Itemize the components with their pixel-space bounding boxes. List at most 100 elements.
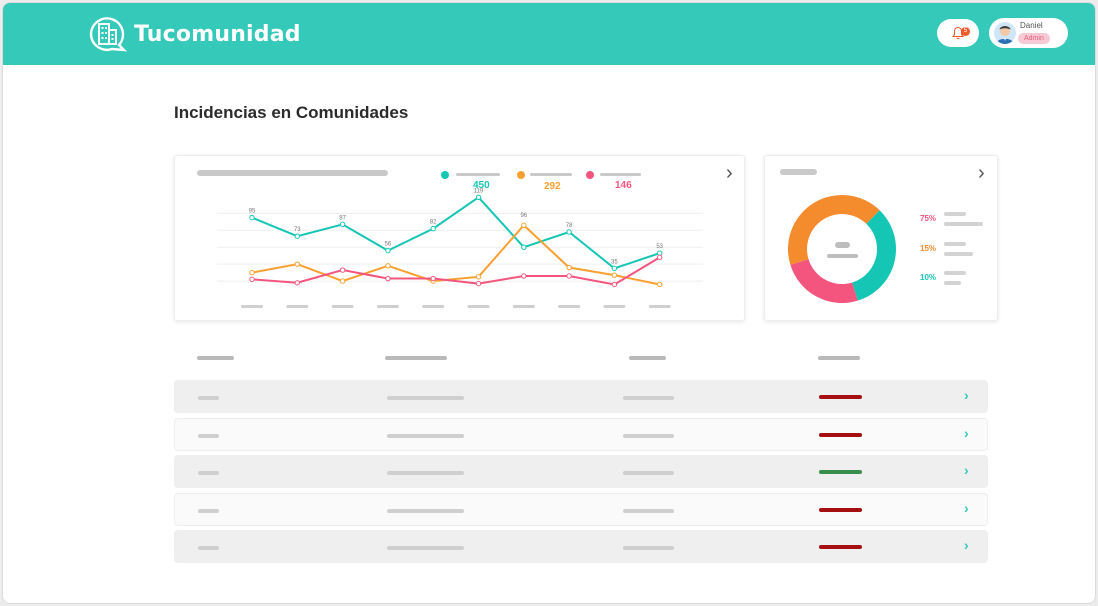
card-title-placeholder: [780, 169, 817, 175]
data-label: 78: [566, 223, 573, 229]
data-point: [294, 261, 301, 267]
table-row[interactable]: ›: [174, 455, 988, 488]
data-point: [385, 263, 391, 269]
data-label: 96: [520, 213, 527, 219]
building-chat-icon: [89, 17, 128, 52]
data-point: [611, 265, 618, 272]
app-name: Tucomunidad: [134, 21, 301, 47]
x-tick-placeholder: [376, 305, 399, 308]
cell-placeholder: [387, 434, 464, 438]
data-point: [566, 264, 572, 271]
legend-dot-orange: [517, 171, 525, 179]
table-row[interactable]: ›: [174, 380, 988, 413]
legend-label-placeholder: [530, 173, 572, 176]
data-label: 35: [611, 259, 618, 265]
status-indicator: [819, 395, 862, 399]
cell-placeholder: [198, 546, 219, 550]
donut-legend-pct: 15%: [920, 244, 937, 253]
cell-placeholder: [198, 471, 219, 475]
table-header-placeholder: [818, 356, 860, 360]
table-header-placeholder: [197, 356, 234, 360]
data-point: [475, 194, 482, 201]
row-chevron-icon[interactable]: ›: [964, 387, 969, 403]
cell-placeholder: [387, 396, 464, 400]
table-header-placeholder: [385, 356, 447, 360]
donut-legend-placeholder: [944, 242, 966, 246]
x-tick-placeholder: [241, 305, 263, 308]
app-window: Tucomunidad 5 Daniel Admin Incidencias e…: [2, 2, 1096, 604]
user-name: Daniel: [1020, 21, 1043, 30]
table-row[interactable]: ›: [174, 530, 988, 563]
data-point: [521, 222, 527, 228]
donut-legend-placeholder: [944, 252, 973, 256]
logo[interactable]: Tucomunidad: [88, 15, 301, 53]
notifications-button[interactable]: 5: [937, 19, 979, 47]
data-label: 73: [294, 227, 301, 233]
donut-slice: [790, 259, 858, 303]
legend-dot-pink: [586, 171, 594, 179]
status-indicator: [819, 433, 862, 437]
status-indicator: [819, 545, 862, 549]
legend-label-placeholder: [600, 173, 641, 176]
avatar: [994, 22, 1016, 44]
cell-placeholder: [387, 509, 464, 513]
cell-placeholder: [623, 471, 674, 475]
data-point: [249, 269, 255, 276]
donut-legend-placeholder: [944, 271, 966, 275]
data-label: 82: [430, 220, 437, 226]
donut-center-placeholder: [835, 242, 850, 248]
cell-placeholder: [198, 509, 219, 513]
data-point: [475, 274, 482, 280]
cell-placeholder: [623, 434, 674, 438]
cell-placeholder: [623, 546, 674, 550]
cell-placeholder: [387, 471, 464, 475]
data-point: [566, 229, 572, 235]
table-row[interactable]: ›: [174, 493, 988, 526]
donut-slice: [852, 210, 896, 301]
cell-placeholder: [198, 434, 219, 438]
x-tick-placeholder: [558, 305, 581, 308]
status-indicator: [819, 508, 862, 512]
x-tick-placeholder: [422, 305, 445, 308]
data-point: [385, 247, 391, 254]
donut-legend-pct: 10%: [920, 273, 937, 282]
row-chevron-icon[interactable]: ›: [964, 425, 969, 441]
donut-expand-chevron-icon[interactable]: ›: [978, 163, 985, 183]
top-bar: Tucomunidad 5 Daniel Admin: [3, 3, 1095, 65]
table-row[interactable]: ›: [174, 418, 988, 451]
data-point: [339, 267, 346, 273]
data-point: [294, 233, 301, 239]
x-tick-placeholder: [648, 305, 671, 308]
row-chevron-icon[interactable]: ›: [964, 500, 969, 516]
user-menu-button[interactable]: Daniel Admin: [989, 18, 1068, 48]
x-tick-placeholder: [603, 305, 626, 308]
line-chart-card: 450 292 146 › 95 73 87 56 82 119 96 78 35 53: [174, 155, 745, 321]
line-chart-expand-chevron-icon[interactable]: ›: [726, 163, 733, 183]
data-label: 53: [656, 244, 663, 250]
row-chevron-icon[interactable]: ›: [964, 462, 969, 478]
legend-label-placeholder: [456, 173, 500, 176]
cell-placeholder: [623, 396, 674, 400]
donut-legend-placeholder: [944, 281, 961, 285]
data-point: [249, 214, 255, 221]
data-point: [657, 254, 663, 261]
data-point: [521, 244, 527, 250]
page-title: Incidencias en Comunidades: [174, 103, 409, 122]
row-chevron-icon[interactable]: ›: [964, 537, 969, 553]
donut-legend-placeholder: [944, 222, 983, 226]
data-label: 87: [339, 215, 346, 221]
donut-chart: [788, 195, 896, 303]
table-header-placeholder: [629, 356, 666, 360]
data-point: [657, 281, 663, 288]
donut-legend-placeholder: [944, 212, 966, 216]
x-tick-placeholder: [512, 305, 535, 308]
data-point: [430, 275, 436, 282]
status-indicator: [819, 470, 862, 474]
line-chart: 95 73 87 56 82 119 96 78 35 53: [217, 188, 703, 308]
data-label: 119: [474, 188, 484, 194]
cell-placeholder: [623, 509, 674, 513]
data-point: [475, 280, 482, 287]
cell-placeholder: [387, 546, 464, 550]
donut-center-placeholder: [827, 254, 858, 258]
user-role-badge: Admin: [1018, 33, 1050, 44]
